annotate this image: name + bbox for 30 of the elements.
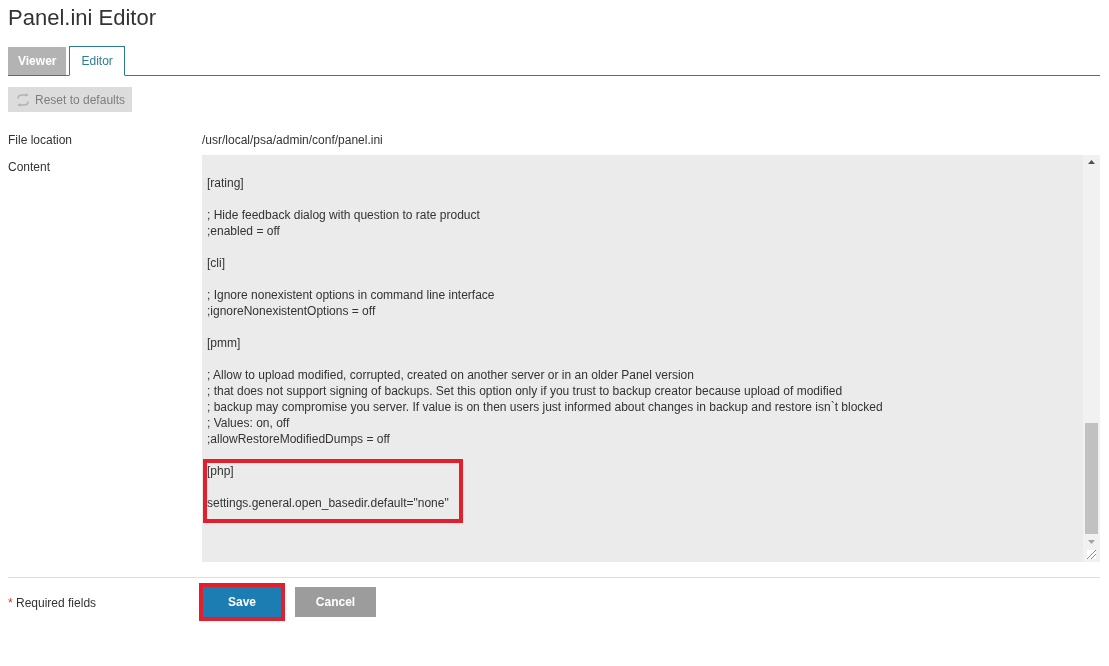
code-line: ; Hide feedback dialog with question to rate product <box>207 207 480 223</box>
code-line: ; Allow to upload modified, corrupted, created on another server or in an older Panel version <box>207 367 694 383</box>
tab[interactable]: Editor <box>69 46 125 76</box>
scroll-down-arrow-icon[interactable] <box>1088 540 1095 544</box>
content-textarea[interactable] <box>202 155 1100 562</box>
scrollbar-thumb[interactable] <box>1085 423 1098 534</box>
field-label: Content <box>8 159 51 176</box>
code-line: [rating] <box>207 175 244 191</box>
tab[interactable]: Viewer <box>8 47 67 75</box>
code-line: ;ignoreNonexistentOptions = off <box>207 303 376 319</box>
code-line: ;allowRestoreModifiedDumps = off <box>207 431 390 447</box>
code-line: ; backup may compromise you server. If value is on then users just informed about changes in backup and restore isn`t blocked <box>207 399 883 415</box>
page-title: Panel.ini Editor <box>8 4 156 32</box>
resize-grip-icon[interactable] <box>1087 550 1096 559</box>
scroll-up-arrow-icon[interactable] <box>1088 160 1095 164</box>
cancel-button[interactable]: Cancel <box>295 587 376 617</box>
code-line: ; that does not support signing of backups. Set this option only if you trust to backup creator because upload of modified <box>207 383 843 399</box>
code-line: ;enabled = off <box>207 223 280 239</box>
required-fields-note: * Required fields <box>8 595 97 612</box>
swap-arrows-icon <box>15 92 31 107</box>
field-label: File location <box>8 132 73 149</box>
file-path: /usr/local/psa/admin/conf/panel.ini <box>202 132 383 149</box>
save-button[interactable]: Save <box>203 587 281 617</box>
code-line: [pmm] <box>207 335 241 351</box>
code-line: [cli] <box>207 255 225 271</box>
code-line: [php] <box>207 463 234 479</box>
code-line: settings.general.open_basedir.default="none" <box>207 495 449 511</box>
code-line: ; Values: on, off <box>207 415 290 431</box>
scrollbar[interactable] <box>1083 155 1100 562</box>
code-line: ; Ignore nonexistent options in command line interface <box>207 287 495 303</box>
